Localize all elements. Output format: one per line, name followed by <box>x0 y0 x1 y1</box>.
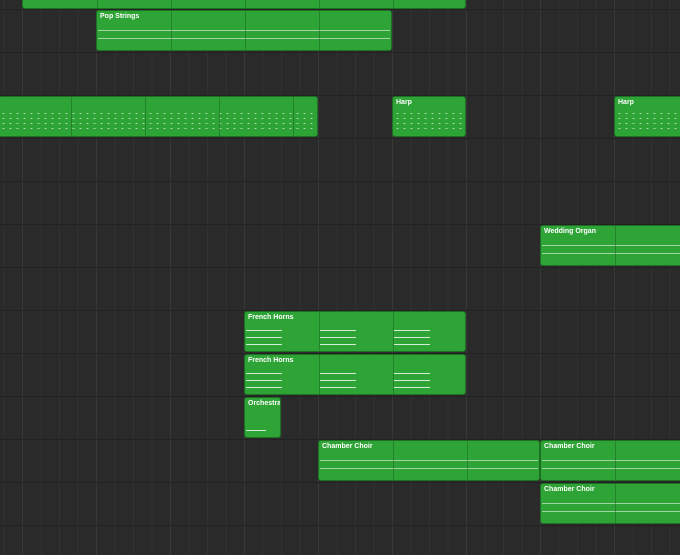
region-harp[interactable]: Harp <box>614 96 680 137</box>
loop-segment-divider <box>319 11 320 50</box>
loop-segment-divider <box>245 0 246 8</box>
midi-notes <box>24 0 464 2</box>
midi-notes <box>320 455 538 474</box>
loop-segment-divider <box>97 0 98 8</box>
midi-notes <box>542 498 680 517</box>
midi-notes <box>616 111 680 130</box>
region-label: Wedding Organ <box>544 228 596 235</box>
loop-segment-divider <box>245 11 246 50</box>
loop-segment-divider <box>171 11 172 50</box>
region-wedding-organ[interactable]: Wedding Organ <box>540 225 680 266</box>
arrange-area[interactable]: Pop Strings Harp Harp Wedding Organ French H… <box>0 0 680 555</box>
loop-segment-divider <box>171 0 172 8</box>
loop-segment-divider <box>393 312 394 351</box>
loop-segment-divider <box>219 97 220 136</box>
loop-segment-divider <box>467 441 468 480</box>
loop-segment-divider <box>145 97 146 136</box>
region-label: Chamber Choir <box>544 443 595 450</box>
loop-segment-divider <box>71 97 72 136</box>
loop-segment-divider <box>393 0 394 8</box>
midi-notes <box>394 111 464 130</box>
midi-notes <box>98 25 390 44</box>
region-orchestral[interactable]: Orchestral <box>244 397 281 438</box>
region-label: French Horns <box>248 314 294 321</box>
loop-segment-divider <box>393 355 394 394</box>
region-label: Pop Strings <box>100 13 140 20</box>
midi-notes <box>542 240 680 259</box>
region-pop-strings[interactable]: Pop Strings <box>96 10 392 51</box>
loop-segment-divider <box>293 97 294 136</box>
region-unnamed[interactable] <box>0 96 318 137</box>
midi-notes <box>0 111 316 130</box>
region-chamber-choir[interactable]: Chamber Choir <box>318 440 540 481</box>
midi-notes <box>246 326 464 345</box>
midi-notes <box>542 455 680 474</box>
loop-segment-divider <box>615 484 616 523</box>
loop-segment-divider <box>319 312 320 351</box>
region-chamber-choir[interactable]: Chamber Choir <box>540 440 680 481</box>
region-label: Harp <box>396 99 412 106</box>
region-chamber-choir[interactable]: Chamber Choir <box>540 483 680 524</box>
loop-segment-divider <box>319 0 320 8</box>
midi-notes <box>246 369 464 388</box>
region-label: Orchestral <box>248 400 281 407</box>
region-unnamed[interactable] <box>22 0 466 9</box>
region-french-horns[interactable]: French Horns <box>244 354 466 395</box>
midi-notes <box>246 430 266 431</box>
loop-segment-divider <box>393 441 394 480</box>
loop-segment-divider <box>615 441 616 480</box>
region-harp[interactable]: Harp <box>392 96 466 137</box>
region-french-horns[interactable]: French Horns <box>244 311 466 352</box>
region-label: Harp <box>618 99 634 106</box>
region-label: French Horns <box>248 357 294 364</box>
loop-segment-divider <box>319 355 320 394</box>
loop-segment-divider <box>615 226 616 265</box>
region-label: Chamber Choir <box>322 443 373 450</box>
region-label: Chamber Choir <box>544 486 595 493</box>
